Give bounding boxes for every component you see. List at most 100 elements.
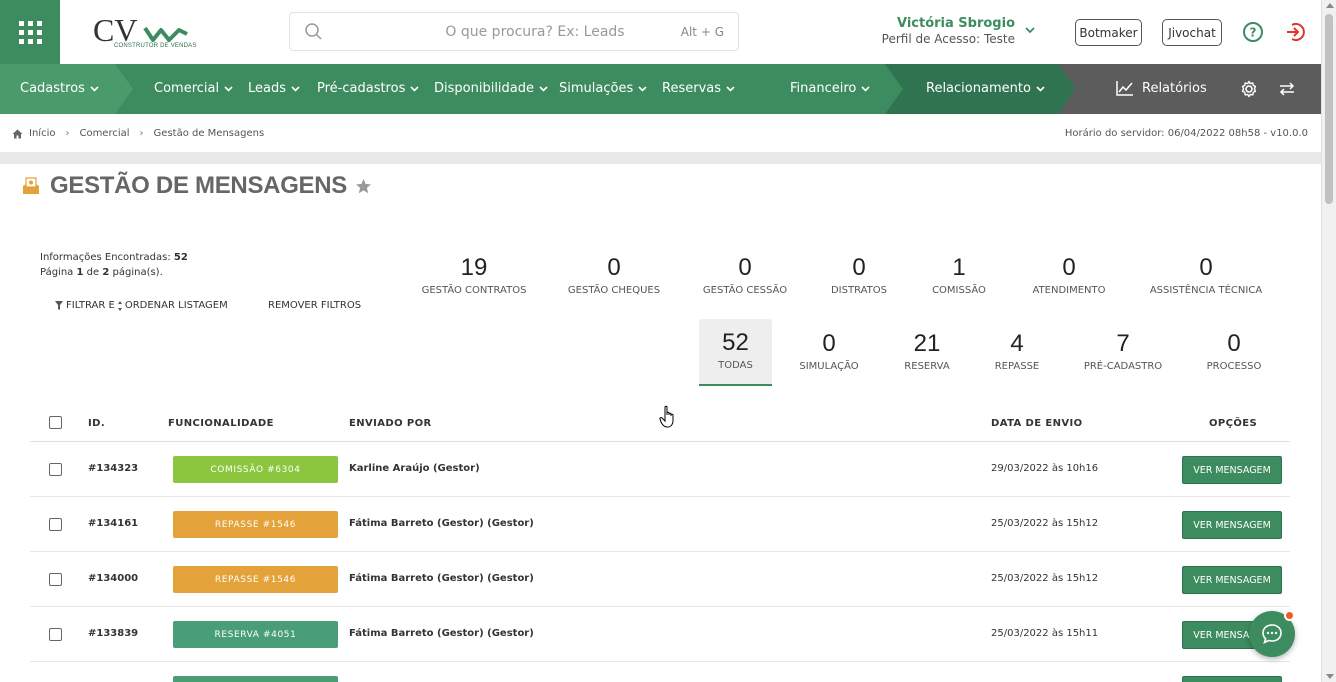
table-row: #133839 RESERVA #4051 Fátima Barreto (Ge… (30, 607, 1290, 662)
user-name[interactable]: Victória Sbrogio (897, 16, 1015, 31)
chat-bubble-icon (1262, 624, 1282, 645)
section-divider (0, 152, 1321, 164)
nav-item-relacionamento[interactable]: Relacionamento (926, 81, 1045, 96)
apps-grid-icon (18, 20, 42, 44)
stat-count: 19 (460, 254, 488, 281)
feature-tag[interactable]: REPASSE #1546 (173, 511, 338, 538)
feature-tag[interactable] (173, 676, 338, 682)
remove-filters-button[interactable]: REMOVER FILTROS (268, 300, 361, 311)
view-message-button[interactable]: VER MENSAGEM (1182, 566, 1282, 594)
row-date: 25/03/2022 às 15h12 (991, 573, 1099, 584)
favorite-star-icon[interactable] (355, 178, 372, 195)
stat-count: 0 (607, 254, 621, 281)
nav-item-financeiro[interactable]: Financeiro (790, 81, 870, 96)
feature-tag[interactable]: COMISSÃO #6304 (173, 456, 338, 483)
chevron-down-icon (726, 85, 735, 92)
logo-subtitle: CONSTRUTOR DE VENDAS (114, 43, 197, 49)
stat-gestao-cessao[interactable]: 0 GESTÃO CESSÃO (680, 254, 810, 296)
view-message-button[interactable]: VER MENSAGEM (1182, 456, 1282, 484)
nav-item-cadastros[interactable]: Cadastros (20, 81, 99, 96)
results-info: Informações Encontradas: 52 Página 1 de … (40, 250, 188, 280)
help-icon[interactable]: ? (1242, 21, 1264, 43)
stat-label: GESTÃO CESSÃO (702, 285, 788, 296)
nav-item-leads[interactable]: Leads (248, 81, 300, 96)
breadcrumb-separator-icon: › (65, 128, 70, 139)
row-checkbox[interactable] (49, 518, 62, 531)
current-page: 1 (76, 267, 84, 278)
chevron-down-icon (638, 85, 647, 92)
chevron-down-icon (539, 85, 548, 92)
row-date: 25/03/2022 às 15h12 (991, 518, 1099, 529)
column-header-opcoes: OPÇÕES (1209, 418, 1258, 429)
nav-item-disponibilidade[interactable]: Disponibilidade (434, 81, 548, 96)
user-menu-chevron-down-icon[interactable] (1025, 26, 1035, 34)
apps-menu-button[interactable] (0, 0, 60, 64)
feature-tag[interactable]: REPASSE #1546 (173, 566, 338, 593)
chevron-down-icon (410, 85, 419, 92)
column-header-data-envio[interactable]: DATA DE ENVIO (991, 418, 1083, 429)
nav-item-reservas[interactable]: Reservas (662, 81, 735, 96)
stat-count: 52 (722, 329, 749, 356)
search-box[interactable]: Alt + G (289, 12, 739, 51)
stat-count: 0 (1062, 254, 1076, 281)
main-nav: Cadastros Comercial Leads Pré-cadastros … (0, 64, 1321, 114)
message-box-icon (23, 177, 39, 194)
column-header-funcionalidade[interactable]: FUNCIONALIDADE (168, 418, 274, 429)
scroll-down-arrow-icon[interactable] (1326, 674, 1334, 679)
stat-atendimento[interactable]: 0 ATENDIMENTO (1004, 254, 1134, 296)
scroll-thumb[interactable] (1325, 14, 1333, 204)
nav-item-comercial[interactable]: Comercial (154, 81, 233, 96)
chart-line-icon (1116, 81, 1133, 96)
breadcrumb-item-current: Gestão de Mensagens (153, 128, 265, 139)
row-checkbox[interactable] (49, 573, 62, 586)
breadcrumb-bar: Início › Comercial › Gestão de Mensagens… (0, 114, 1321, 152)
jivochat-button[interactable]: Jivochat (1162, 19, 1222, 46)
chat-notification-dot (1284, 610, 1295, 621)
stat-gestao-cheques[interactable]: 0 GESTÃO CHEQUES (549, 254, 679, 296)
svg-text:?: ? (1250, 26, 1257, 40)
breadcrumb-item-inicio[interactable]: Início (29, 128, 55, 139)
search-icon[interactable] (304, 22, 324, 42)
row-sender: Karline Araújo (Gestor) (349, 463, 480, 474)
chevron-down-icon (291, 85, 300, 92)
gear-icon[interactable] (1240, 80, 1258, 98)
botmaker-button[interactable]: Botmaker (1075, 19, 1142, 46)
tab-todas[interactable]: 52 TODAS (699, 319, 772, 386)
row-date: 29/03/2022 às 10h16 (991, 463, 1099, 474)
page-title: GESTÃO DE MENSAGENS (50, 172, 348, 199)
home-icon (12, 129, 23, 138)
view-message-button[interactable] (1182, 676, 1282, 682)
column-header-id[interactable]: ID. (88, 418, 105, 429)
select-all-checkbox[interactable] (49, 416, 62, 429)
chevron-down-icon (224, 85, 233, 92)
row-sender: Fátima Barreto (Gestor) (Gestor) (349, 573, 534, 584)
search-input[interactable] (410, 21, 660, 43)
breadcrumb: Início › Comercial › Gestão de Mensagens (12, 128, 264, 139)
swap-arrows-icon[interactable] (1278, 81, 1296, 97)
filter-order-button[interactable]: FILTRAR E ORDENAR LISTAGEM (55, 300, 228, 311)
row-sender: Fátima Barreto (Gestor) (Gestor) (349, 518, 534, 529)
view-message-button[interactable]: VER MENSAGEM (1182, 511, 1282, 539)
page-scrollbar[interactable] (1321, 0, 1336, 682)
column-header-enviado-por[interactable]: ENVIADO POR (349, 418, 432, 429)
breadcrumb-item-comercial[interactable]: Comercial (79, 128, 129, 139)
filter-label: FILTRAR E (66, 300, 115, 311)
scroll-up-arrow-icon[interactable] (1326, 3, 1334, 8)
logout-icon[interactable] (1284, 21, 1306, 43)
row-checkbox[interactable] (49, 463, 62, 476)
tab-processo[interactable]: 0 PROCESSO (1169, 330, 1299, 372)
stat-count: 0 (738, 254, 752, 281)
nav-item-relatorios[interactable]: Relatórios (1116, 80, 1207, 96)
page-header: GESTÃO DE MENSAGENS (20, 172, 372, 200)
feature-tag[interactable]: RESERVA #4051 (173, 621, 338, 648)
row-id: #134323 (88, 463, 139, 474)
row-checkbox[interactable] (49, 628, 62, 641)
stat-assistencia-tecnica[interactable]: 0 ASSISTÊNCIA TÉCNICA (1141, 254, 1271, 296)
nav-item-pre-cadastros[interactable]: Pré-cadastros (317, 81, 419, 96)
stat-label: TODAS (718, 360, 753, 371)
filter-icon (55, 301, 63, 310)
row-id: #133839 (88, 628, 139, 639)
stat-gestao-contratos[interactable]: 19 GESTÃO CONTRATOS (409, 254, 539, 296)
nav-item-simulacoes[interactable]: Simulações (559, 81, 647, 96)
results-count-label: Informações Encontradas: (40, 252, 171, 263)
